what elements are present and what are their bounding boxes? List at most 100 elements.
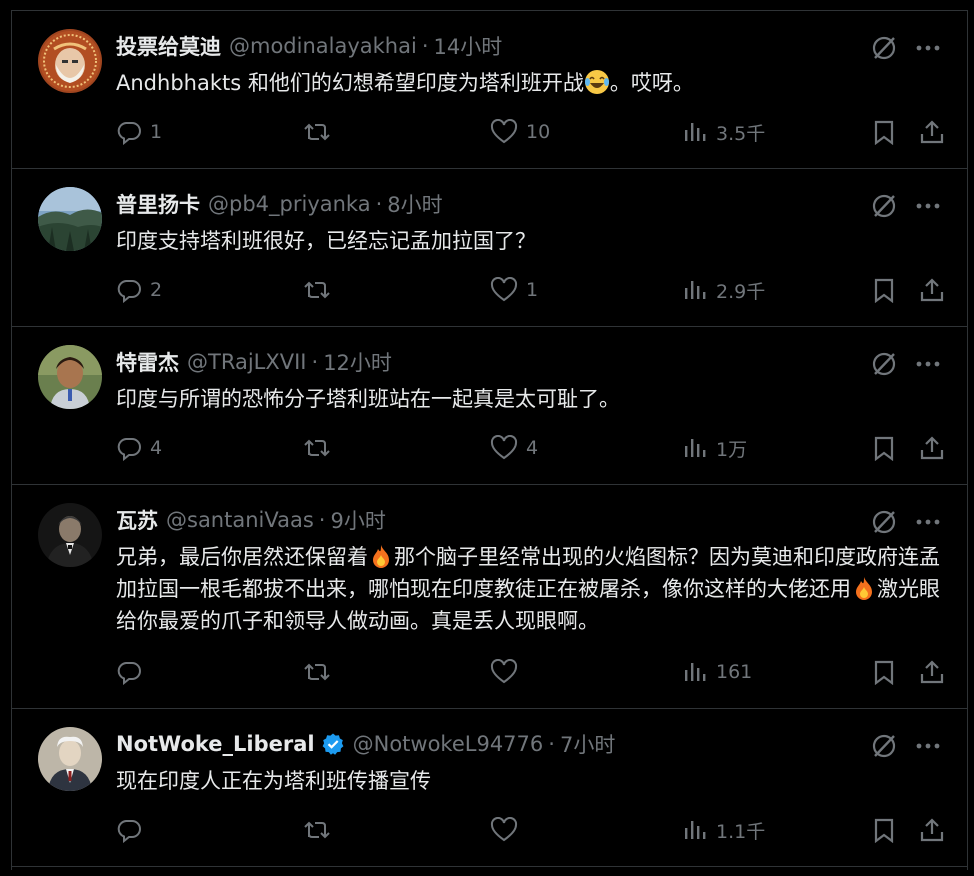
views-button[interactable]: 3.5千 [682, 117, 765, 147]
views-icon [685, 439, 706, 457]
tweet-text: 印度支持塔利班很好，已经忘记孟加拉国了？ [116, 229, 536, 253]
like-button[interactable] [490, 657, 526, 687]
reply-button[interactable] [116, 657, 150, 687]
views-button[interactable]: 1.1千 [682, 815, 765, 845]
user-handle[interactable]: @santaniVaas [166, 508, 314, 532]
grok-icon[interactable] [869, 349, 899, 379]
more-icon[interactable] [913, 191, 943, 221]
bookmark-icon [874, 436, 894, 461]
views-button[interactable]: 161 [682, 657, 752, 687]
views-button[interactable]: 1万 [682, 433, 747, 463]
more-icon[interactable] [913, 731, 943, 761]
view-count: 1万 [716, 438, 748, 461]
more-icon[interactable] [913, 33, 943, 63]
user-handle[interactable]: @TRajLXVII [187, 350, 307, 374]
timestamp[interactable]: 12小时 [323, 347, 392, 377]
timestamp[interactable]: 14小时 [434, 31, 503, 61]
display-name[interactable]: 普里扬卡 [116, 189, 200, 219]
tweet[interactable]: 投票给莫迪 @modinalayakhai · 14小时 Andhbhakts … [12, 11, 967, 169]
bookmark-button[interactable] [871, 815, 897, 845]
display-name[interactable]: 特雷杰 [116, 347, 179, 377]
tweet[interactable]: 普里扬卡 @pb4_priyanka · 8小时 印度支持塔利班很好，已经忘记孟… [12, 169, 967, 327]
retweet-button[interactable] [302, 657, 340, 687]
like-icon [490, 277, 518, 302]
retweet-button[interactable] [302, 815, 340, 845]
bookmark-button[interactable] [871, 657, 897, 687]
bookmark-icon [874, 278, 894, 303]
retweet-icon [304, 439, 330, 457]
bookmark-button[interactable] [871, 275, 897, 305]
grok-icon[interactable] [869, 731, 899, 761]
reply-button[interactable]: 4 [116, 433, 162, 463]
like-button[interactable]: 4 [490, 433, 538, 463]
bookmark-icon [874, 660, 894, 685]
avatar[interactable] [38, 727, 102, 791]
share-button[interactable] [919, 657, 945, 687]
retweet-button[interactable] [302, 275, 340, 305]
bookmark-icon [874, 120, 894, 145]
grok-icon[interactable] [869, 507, 899, 537]
reply-icon [117, 280, 141, 303]
more-icon[interactable] [913, 349, 943, 379]
user-handle[interactable]: @modinalayakhai [229, 34, 417, 58]
like-button[interactable] [490, 815, 526, 845]
tweet[interactable]: NotWoke_Liberal @NotwokeL94776 · 7小时 现在印… [12, 709, 967, 867]
separator-dot: · [311, 350, 319, 374]
views-icon [685, 281, 706, 299]
user-handle[interactable]: @pb4_priyanka [208, 192, 371, 216]
reply-button[interactable]: 1 [116, 117, 162, 147]
grok-icon[interactable] [869, 33, 899, 63]
like-count: 4 [526, 437, 539, 459]
retweet-icon [304, 123, 330, 141]
share-button[interactable] [919, 117, 945, 147]
tweet-top-actions [869, 191, 943, 221]
more-icon[interactable] [913, 507, 943, 537]
laughing-crying-emoji [584, 70, 609, 94]
bookmark-button[interactable] [871, 117, 897, 147]
retweet-button[interactable] [302, 117, 340, 147]
bookmark-button[interactable] [871, 433, 897, 463]
avatar[interactable] [38, 29, 102, 93]
view-count: 2.9千 [716, 280, 766, 303]
avatar[interactable] [38, 187, 102, 251]
like-button[interactable]: 10 [490, 117, 550, 147]
tweet[interactable]: 瓦苏 @santaniVaas · 9小时 兄弟，最后你居然还保留着 那个脑子里经… [12, 485, 967, 709]
avatar[interactable] [38, 345, 102, 409]
share-button[interactable] [919, 815, 945, 845]
verified-badge-icon [322, 733, 344, 755]
display-name[interactable]: 投票给莫迪 [116, 31, 221, 61]
share-button[interactable] [919, 433, 945, 463]
display-name[interactable]: 瓦苏 [116, 505, 158, 535]
retweet-button[interactable] [302, 433, 340, 463]
timestamp[interactable]: 8小时 [387, 189, 442, 219]
tweet-actions: 161 [116, 657, 945, 687]
bookmark-icon [874, 818, 894, 843]
avatar[interactable] [38, 503, 102, 567]
timestamp[interactable]: 9小时 [330, 505, 385, 535]
display-name[interactable]: NotWoke_Liberal [116, 732, 315, 756]
reply-button[interactable] [116, 815, 150, 845]
share-icon [920, 436, 944, 460]
separator-dot: · [375, 192, 383, 216]
share-icon [920, 278, 944, 302]
view-count: 1.1千 [716, 820, 766, 843]
like-button[interactable]: 1 [490, 275, 538, 305]
views-icon [685, 821, 706, 839]
user-handle[interactable]: @NotwokeL94776 [353, 732, 544, 756]
reply-count: 1 [150, 121, 163, 143]
tweet-header: 投票给莫迪 @modinalayakhai · 14小时 [116, 33, 502, 59]
views-button[interactable]: 2.9千 [682, 275, 765, 305]
reply-button[interactable]: 2 [116, 275, 162, 305]
tweet[interactable]: 特雷杰 @TRajLXVII · 12小时 印度与所谓的恐怖分子塔利班站在一起真… [12, 327, 967, 485]
grok-icon[interactable] [869, 191, 899, 221]
tweet-top-actions [869, 349, 943, 379]
share-button[interactable] [919, 275, 945, 305]
tweet-header: NotWoke_Liberal @NotwokeL94776 · 7小时 [116, 731, 615, 757]
tweet-top-actions [869, 507, 943, 537]
tweet-header: 普里扬卡 @pb4_priyanka · 8小时 [116, 191, 443, 217]
share-icon [920, 120, 944, 144]
tweet-header: 特雷杰 @TRajLXVII · 12小时 [116, 349, 392, 375]
tweet-text: 现在印度人正在为塔利班传播宣传 [116, 769, 431, 793]
timestamp[interactable]: 7小时 [560, 729, 615, 759]
tweet-actions: 1 10 3.5千 [116, 117, 945, 147]
